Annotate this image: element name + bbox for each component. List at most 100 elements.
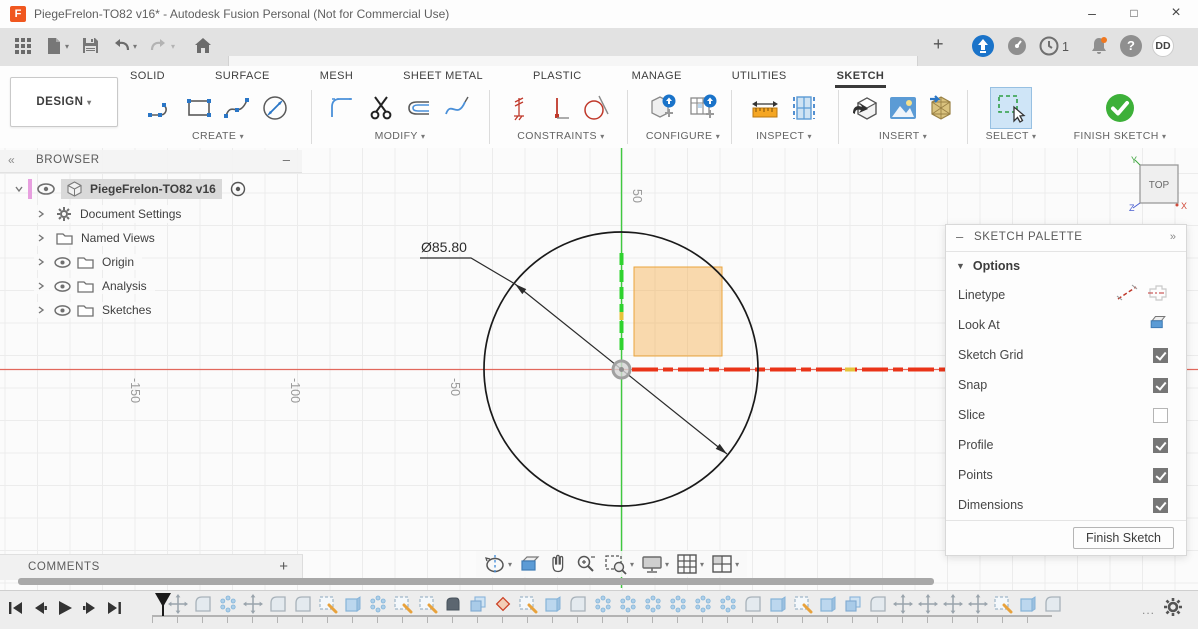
chevron-collapsed-icon[interactable] <box>36 233 50 243</box>
timeline-feature-pattern[interactable] <box>668 594 688 614</box>
timeline-feature-sketch[interactable] <box>393 594 413 614</box>
inspect-group-label[interactable]: INSPECT <box>756 130 804 142</box>
app-grid-icon[interactable] <box>14 37 32 55</box>
finish-sketch-label[interactable]: FINISH SKETCH <box>1074 130 1159 142</box>
trim-tool-icon[interactable] <box>367 94 395 122</box>
browser-item-origin[interactable]: Origin <box>34 251 142 273</box>
sketch-grid-checkbox[interactable] <box>1153 348 1168 363</box>
origin-point[interactable] <box>613 361 630 378</box>
browser-item-named-views[interactable]: Named Views <box>34 227 163 249</box>
sketch-dimension-icon[interactable] <box>261 94 289 122</box>
sketch-profile-square[interactable] <box>634 267 722 356</box>
avatar[interactable]: DD <box>1152 35 1174 57</box>
timeline-feature-fillet[interactable] <box>568 594 588 614</box>
display-settings-icon[interactable]: ▾ <box>641 553 669 575</box>
timeline-feature-sketch[interactable] <box>793 594 813 614</box>
timeline-feature-pattern[interactable] <box>218 594 238 614</box>
maximize-button[interactable]: □ <box>1114 0 1154 28</box>
browser-item-label[interactable]: Analysis <box>102 279 147 293</box>
timeline-feature-sketch[interactable] <box>418 594 438 614</box>
viewports-icon[interactable]: ▾ <box>711 554 739 574</box>
modify-group-label[interactable]: MODIFY <box>375 130 418 142</box>
timeline-feature-pattern[interactable] <box>643 594 663 614</box>
save-icon[interactable] <box>82 37 99 54</box>
eye-icon[interactable] <box>37 182 55 196</box>
timeline-feature-fillet[interactable] <box>1043 594 1063 614</box>
insert-image-icon[interactable] <box>888 95 918 121</box>
timeline-feature-combine[interactable] <box>468 594 488 614</box>
orbit-icon[interactable]: ▾ <box>484 553 512 575</box>
chevron-expanded-icon[interactable] <box>14 184 28 194</box>
timeline-settings-gear-icon[interactable] <box>1163 597 1183 617</box>
chevron-collapsed-icon[interactable] <box>36 305 50 315</box>
select-group-label[interactable]: SELECT <box>986 130 1029 142</box>
extensions-icon[interactable] <box>972 35 994 57</box>
configure-feature-icon[interactable] <box>648 93 678 123</box>
redo-icon[interactable] <box>150 37 168 53</box>
browser-item-analysis[interactable]: Analysis <box>34 275 155 297</box>
browser-collapse-icon[interactable]: « <box>8 153 15 167</box>
centerline-icon[interactable] <box>1146 284 1168 307</box>
timeline-feature-extrude[interactable] <box>1018 594 1038 614</box>
browser-item-label[interactable]: Document Settings <box>80 207 181 221</box>
finish-sketch-icon[interactable] <box>1104 92 1136 124</box>
file-menu-icon[interactable] <box>46 37 62 55</box>
file-menu-caret-icon[interactable]: ▾ <box>65 42 69 51</box>
timeline-feature-move[interactable] <box>968 594 988 614</box>
undo-icon[interactable] <box>112 37 130 53</box>
timeline-feature-fillet[interactable] <box>743 594 763 614</box>
design-workspace-button[interactable]: DESIGN ▾ <box>10 77 118 127</box>
chevron-collapsed-icon[interactable] <box>36 281 50 291</box>
profile-checkbox[interactable] <box>1153 438 1168 453</box>
palette-expand-icon[interactable]: » <box>1170 231 1176 243</box>
spline-tool-icon[interactable] <box>223 94 251 122</box>
fillet-tool-icon[interactable] <box>329 94 357 122</box>
timeline-feature-sketch[interactable] <box>993 594 1013 614</box>
insert-mesh-icon[interactable] <box>926 93 956 123</box>
browser-item-label[interactable]: Origin <box>102 255 134 269</box>
timeline-feature-move[interactable] <box>168 594 188 614</box>
timeline-feature-pattern[interactable] <box>693 594 713 614</box>
browser-item-label[interactable]: Named Views <box>81 231 155 245</box>
zoom-window-icon[interactable]: ▾ <box>604 553 634 575</box>
measure-tool-icon[interactable] <box>750 94 780 122</box>
timeline-feature-move[interactable] <box>918 594 938 614</box>
timeline-feature-pattern[interactable] <box>718 594 738 614</box>
history-clock-icon[interactable] <box>1038 35 1060 57</box>
timeline-feature-move[interactable] <box>893 594 913 614</box>
help-icon[interactable]: ? <box>1120 35 1142 57</box>
rectangle-tool-icon[interactable] <box>185 94 213 122</box>
timeline-feature-pattern[interactable] <box>368 594 388 614</box>
undo-caret-icon[interactable]: ▾ <box>133 42 137 51</box>
timeline-go-to-end-button[interactable] <box>106 600 122 616</box>
configure-group-label[interactable]: CONFIGURE <box>646 130 713 142</box>
timeline-feature-fillet[interactable] <box>193 594 213 614</box>
timeline-feature-move[interactable] <box>943 594 963 614</box>
add-comment-icon[interactable]: + <box>279 558 288 575</box>
create-group-label[interactable]: CREATE <box>192 130 236 142</box>
browser-root-row[interactable]: PiegeFrelon-TO82 v16 <box>14 178 246 200</box>
tab-solid[interactable]: SOLID <box>128 66 167 88</box>
look-at-button-icon[interactable] <box>1148 314 1168 336</box>
slice-checkbox[interactable] <box>1153 408 1168 423</box>
timeline-step-back-button[interactable] <box>32 600 48 616</box>
chevron-collapsed-icon[interactable] <box>36 257 50 267</box>
view-cube[interactable]: TOP Y Z X <box>1129 155 1187 213</box>
browser-item-sketches[interactable]: Sketches <box>34 299 159 321</box>
browser-item-document-settings[interactable]: Document Settings <box>34 203 189 225</box>
browser-minimize-icon[interactable]: – <box>283 152 290 167</box>
timeline-feature-fillet[interactable] <box>868 594 888 614</box>
finish-sketch-button[interactable]: Finish Sketch <box>1073 527 1174 549</box>
timeline-feature-combine[interactable] <box>843 594 863 614</box>
snap-checkbox[interactable] <box>1153 378 1168 393</box>
insert-derive-icon[interactable] <box>850 93 880 123</box>
timeline-feature-move[interactable] <box>243 594 263 614</box>
dimensions-checkbox[interactable] <box>1153 498 1168 513</box>
timeline-step-forward-button[interactable] <box>82 600 98 616</box>
eye-icon[interactable] <box>54 304 71 317</box>
redo-caret-icon[interactable]: ▾ <box>171 42 175 51</box>
construction-line-icon[interactable] <box>1116 284 1138 307</box>
tangent-constraint-icon[interactable] <box>581 94 611 122</box>
job-status-icon[interactable] <box>1006 35 1028 57</box>
break-tool-icon[interactable] <box>443 94 471 122</box>
